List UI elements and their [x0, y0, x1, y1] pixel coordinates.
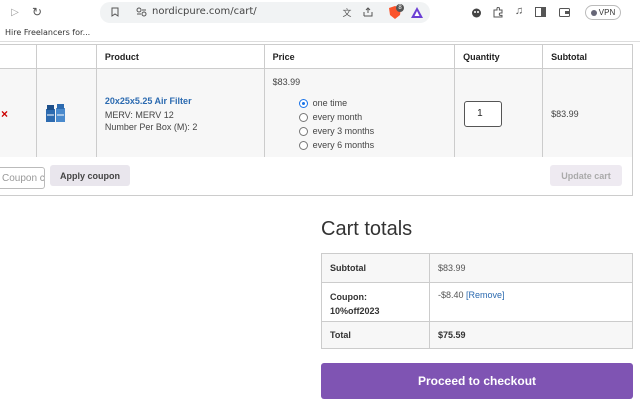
totals-coupon-row: Coupon: 10%off2023 -$8.40 [Remove]: [321, 282, 633, 322]
translate-icon[interactable]: 文: [341, 6, 353, 18]
remove-cell: ×: [0, 68, 37, 159]
frequency-option[interactable]: every month: [298, 110, 375, 124]
share-icon[interactable]: [362, 6, 374, 18]
header-remove: [0, 44, 37, 69]
price-cell: $83.99 one time every month every 3 mont…: [263, 68, 456, 159]
total-value: $75.59: [429, 321, 633, 349]
header-price: Price: [263, 44, 456, 69]
wallet-icon[interactable]: [558, 6, 570, 18]
puzzle-icon[interactable]: [492, 6, 504, 18]
header-quantity: Quantity: [454, 44, 544, 69]
product-name-link[interactable]: 20x25x5.25 Air Filter: [105, 96, 264, 106]
frequency-option[interactable]: one time: [298, 96, 375, 110]
sidebar-icon[interactable]: [534, 6, 546, 18]
cart-header-row: Product Price Quantity Subtotal: [0, 44, 633, 69]
remove-item-button[interactable]: ×: [0, 107, 8, 121]
vpn-button[interactable]: VPN: [585, 5, 621, 20]
totals-total-row: Total $75.59: [321, 321, 633, 349]
apply-coupon-button[interactable]: Apply coupon: [50, 165, 130, 186]
remove-coupon-link[interactable]: [Remove]: [466, 290, 505, 300]
cart-totals-title: Cart totals: [321, 218, 413, 240]
product-cell: 20x25x5.25 Air Filter MERV: MERV 12 Numb…: [95, 68, 265, 159]
product-merv: MERV: MERV 12: [104, 109, 174, 120]
thumbnail-cell: [35, 68, 97, 159]
vpn-status-icon: [590, 9, 597, 16]
frequency-option[interactable]: every 3 months: [298, 124, 374, 138]
cart-item-row: × 20x25x5.25 Air Filter MERV: MERV 12 Nu…: [0, 68, 633, 159]
frequency-option[interactable]: every 6 months: [298, 138, 374, 152]
proceed-to-checkout-button[interactable]: Proceed to checkout: [321, 363, 633, 399]
vpn-label: VPN: [598, 8, 616, 17]
totals-subtotal-row: Subtotal $83.99: [321, 253, 633, 283]
address-bar[interactable]: [100, 2, 430, 23]
product-per-box: Number Per Box (M): 2: [104, 121, 198, 132]
reload-icon[interactable]: ↻: [30, 5, 44, 19]
total-label: Total: [321, 321, 430, 349]
bookmark-icon[interactable]: [110, 6, 120, 18]
header-thumbnail: [35, 44, 97, 69]
frequency-options: one time every month every 3 months ever…: [298, 96, 375, 152]
music-icon[interactable]: ♫: [513, 5, 525, 17]
cart-totals-table: Subtotal $83.99 Coupon: 10%off2023 -$8.4…: [321, 253, 633, 349]
bookmarks-bar: Hire Freelancers for...: [0, 25, 640, 42]
coupon-label: Coupon: 10%off2023: [321, 282, 430, 322]
radio-icon[interactable]: [298, 112, 308, 122]
radio-icon[interactable]: [298, 140, 308, 150]
radio-selected-icon[interactable]: [298, 98, 308, 108]
radio-icon[interactable]: [298, 126, 308, 136]
site-settings-icon[interactable]: [135, 6, 147, 18]
header-product: Product: [95, 44, 265, 69]
quantity-input[interactable]: 1: [464, 100, 503, 127]
subtotal-value: $83.99: [429, 253, 633, 283]
bookmark-item[interactable]: Hire Freelancers for...: [5, 28, 90, 37]
product-thumbnail[interactable]: [45, 103, 67, 125]
cart-actions-row: Coupon code Apply coupon Update cart: [0, 157, 633, 196]
item-price: $83.99: [272, 77, 301, 87]
cart-table: Product Price Quantity Subtotal × 20x25x…: [0, 44, 633, 159]
shield-count-badge: 8: [396, 4, 404, 12]
forward-icon[interactable]: ▷: [8, 5, 22, 19]
brave-rewards-icon[interactable]: [410, 6, 423, 18]
subtotal-label: Subtotal: [321, 253, 430, 283]
update-cart-button[interactable]: Update cart: [550, 165, 622, 186]
extension-icon[interactable]: [470, 6, 482, 18]
quantity-cell: 1: [454, 68, 544, 159]
header-subtotal: Subtotal: [542, 44, 633, 69]
url-text[interactable]: nordicpure.com/cart/: [152, 6, 257, 17]
coupon-value: -$8.40 [Remove]: [429, 282, 633, 322]
item-subtotal: $83.99: [542, 68, 633, 159]
coupon-code-input[interactable]: Coupon code: [0, 167, 45, 189]
